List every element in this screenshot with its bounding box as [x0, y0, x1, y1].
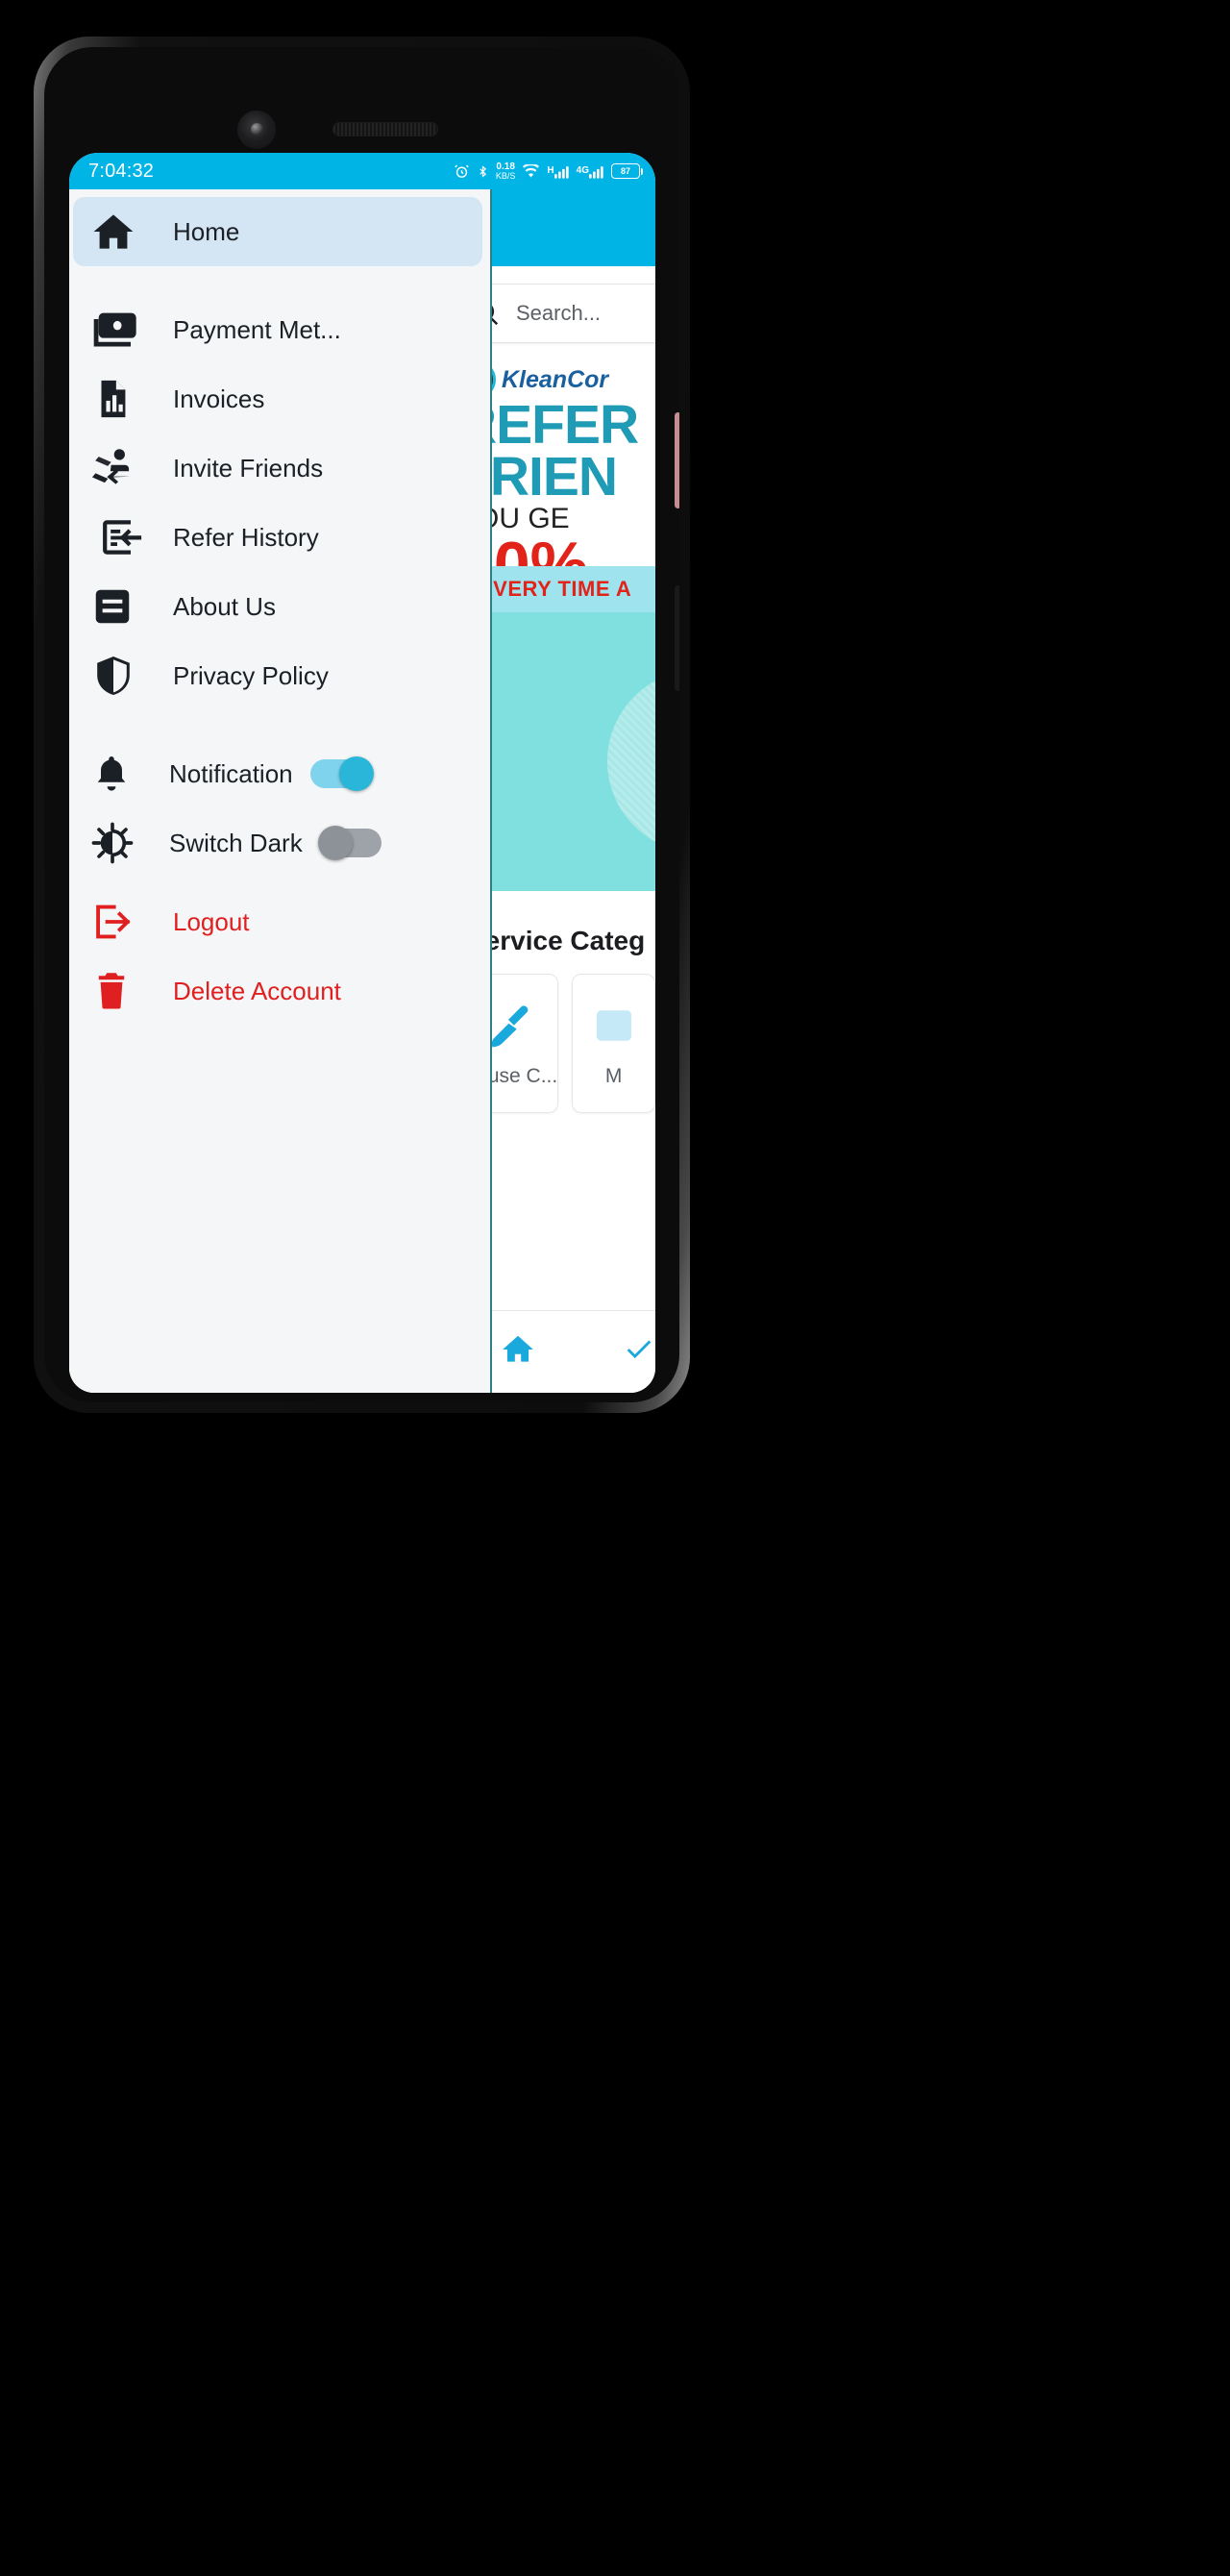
- drawer-item-logout[interactable]: Logout: [73, 887, 482, 956]
- nav-bookings[interactable]: [623, 1333, 655, 1371]
- dark-mode-switch[interactable]: [317, 826, 381, 860]
- bell-icon: [90, 753, 169, 795]
- drawer-item-label: Invoices: [173, 384, 265, 413]
- navigation-drawer: Home Payment Met... Invoices Invite Frie…: [69, 189, 492, 1393]
- service-card[interactable]: M: [572, 974, 655, 1113]
- notification-switch[interactable]: [309, 756, 374, 791]
- drawer-item-label: Payment Met...: [173, 314, 341, 344]
- invoice-icon: [90, 377, 173, 421]
- wifi-icon: [522, 163, 540, 179]
- alarm-icon: [454, 163, 470, 180]
- data-rate-indicator: 0.18 KB/S: [495, 161, 516, 181]
- status-time: 7:04:32: [88, 160, 155, 182]
- signal-h-icon: H: [547, 164, 569, 179]
- logout-icon: [90, 901, 173, 943]
- home-icon: [90, 209, 173, 255]
- nav-home[interactable]: [500, 1331, 536, 1373]
- about-us-icon: [90, 584, 173, 629]
- drawer-spacer: [69, 878, 490, 887]
- power-button[interactable]: [675, 585, 679, 691]
- drawer-toggle-notification[interactable]: Notification: [69, 739, 490, 808]
- drawer-toggle-label: Notification: [169, 758, 293, 788]
- earpiece-speaker: [332, 122, 438, 136]
- shield-icon: [90, 653, 173, 699]
- drawer-item-label: Invite Friends: [173, 453, 324, 483]
- invite-friends-icon: [90, 443, 173, 493]
- drawer-spacer: [69, 710, 490, 739]
- drawer-item-invoices[interactable]: Invoices: [73, 364, 482, 433]
- drawer-item-label: Privacy Policy: [173, 660, 329, 690]
- brightness-icon: [90, 821, 169, 865]
- status-bar: 7:04:32 0.18 KB/S H 4G 87: [69, 153, 655, 189]
- drawer-item-label: Delete Account: [173, 976, 341, 1005]
- drawer-item-label: Refer History: [173, 522, 319, 552]
- brand-name: KleanCor: [502, 365, 609, 393]
- drawer-item-payment-methods[interactable]: Payment Met...: [73, 295, 482, 364]
- status-icons: 0.18 KB/S H 4G 87: [454, 161, 643, 181]
- bluetooth-icon: [477, 163, 489, 180]
- data-rate-unit: KB/S: [495, 170, 516, 181]
- drawer-item-home[interactable]: Home: [73, 197, 482, 266]
- battery-icon: 87: [611, 163, 643, 179]
- phone-frame: 7:04:32 0.18 KB/S H 4G 87 Search... Klea…: [34, 37, 690, 1413]
- drawer-item-label: About Us: [173, 591, 276, 621]
- check-icon: [627, 1340, 652, 1359]
- home-icon: [503, 1335, 533, 1362]
- drawer-toggle-label: Switch Dark: [169, 828, 303, 857]
- service-icon: [596, 1009, 631, 1041]
- promo-card-graphic: [607, 670, 655, 853]
- search-placeholder: Search...: [516, 301, 602, 325]
- drawer-item-privacy-policy[interactable]: Privacy Policy: [73, 641, 482, 710]
- drawer-item-label: Home: [173, 216, 240, 246]
- drawer-item-about-us[interactable]: About Us: [73, 572, 482, 641]
- drawer-toggle-switch-dark[interactable]: Switch Dark: [69, 808, 490, 878]
- signal-h-label: H: [547, 165, 554, 176]
- phone-body: 7:04:32 0.18 KB/S H 4G 87 Search... Klea…: [44, 47, 679, 1402]
- drawer-item-invite-friends[interactable]: Invite Friends: [73, 433, 482, 503]
- service-card-label: M: [604, 1064, 623, 1087]
- drawer-item-refer-history[interactable]: Refer History: [73, 503, 482, 572]
- phone-screen: 7:04:32 0.18 KB/S H 4G 87 Search... Klea…: [69, 153, 655, 1393]
- drawer-item-delete-account[interactable]: Delete Account: [73, 956, 482, 1026]
- battery-level: 87: [620, 166, 630, 176]
- refer-history-icon: [98, 514, 173, 560]
- drawer-item-label: Logout: [173, 906, 250, 936]
- volume-button[interactable]: [675, 412, 679, 508]
- front-camera: [237, 111, 276, 149]
- drawer-spacer: [69, 266, 490, 295]
- signal-4g-icon: 4G: [577, 164, 604, 179]
- trash-icon: [90, 970, 173, 1012]
- money-icon: [90, 305, 173, 355]
- signal-4g-label: 4G: [576, 165, 589, 176]
